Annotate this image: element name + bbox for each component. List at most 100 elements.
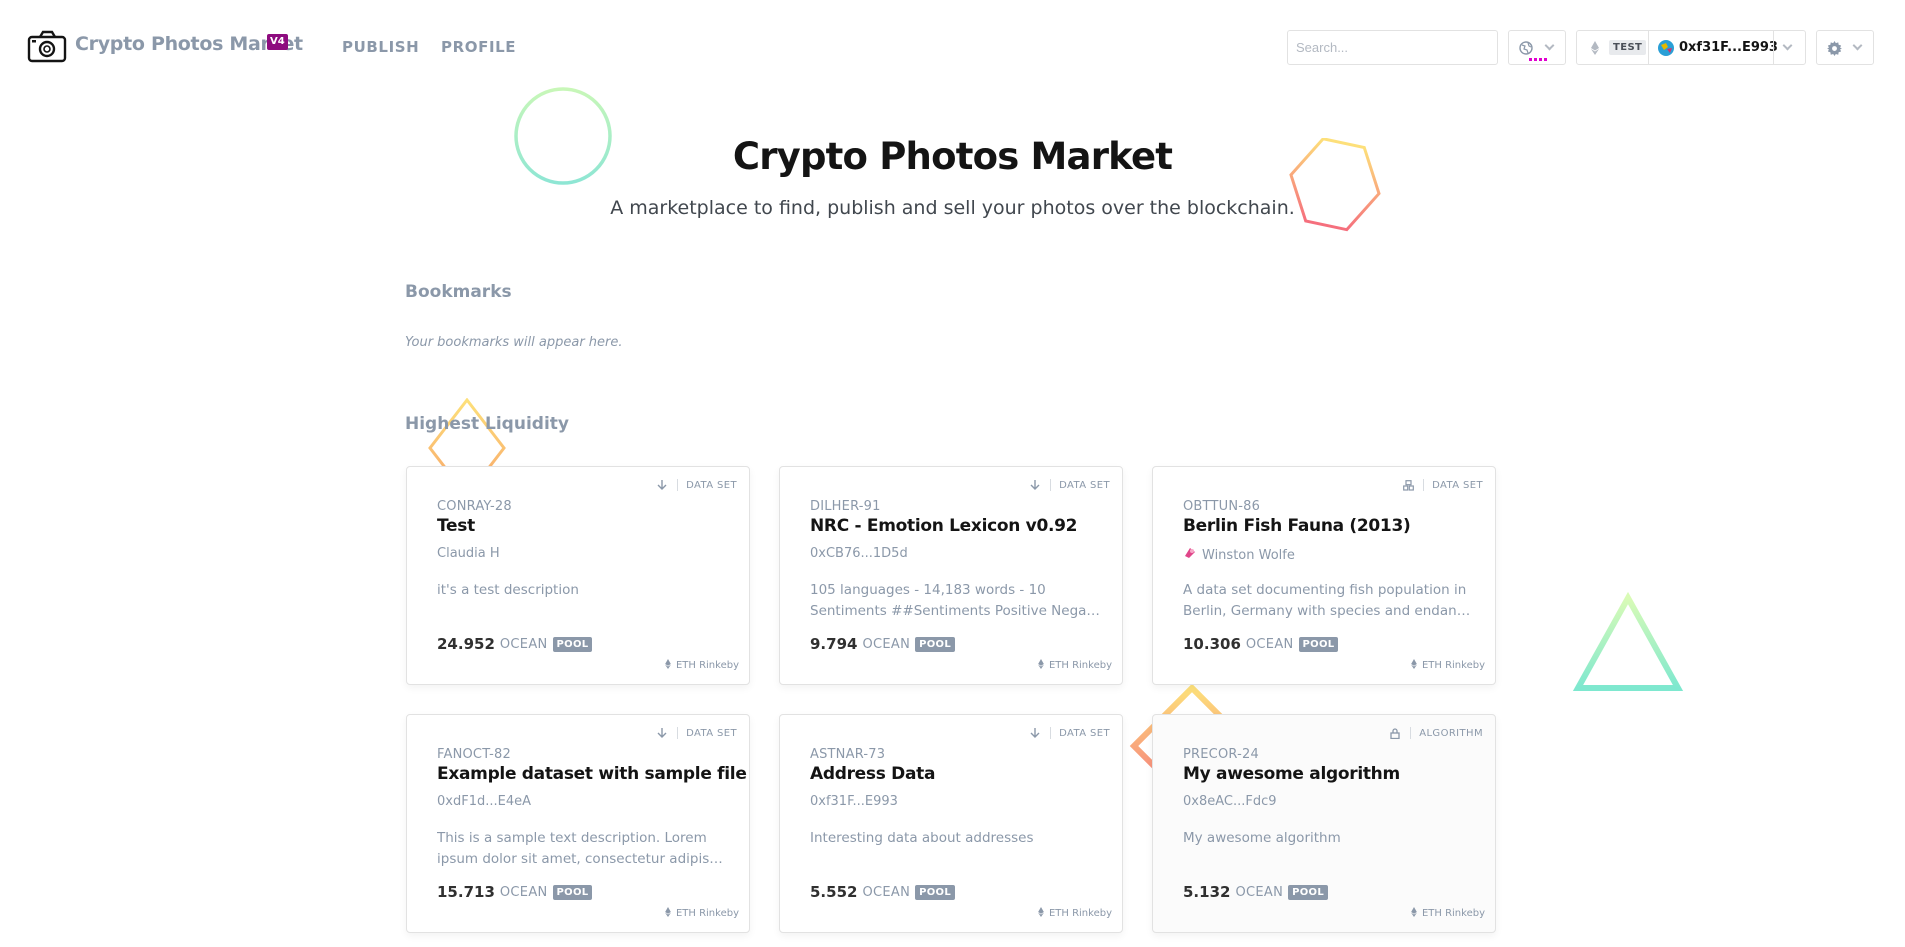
nav-profile[interactable]: PROFILE bbox=[441, 38, 516, 56]
page-subtitle: A marketplace to find, publish and sell … bbox=[610, 197, 1295, 219]
highest-liquidity-heading: Highest Liquidity bbox=[405, 414, 569, 434]
camera-logo-icon[interactable] bbox=[27, 30, 67, 63]
asset-symbol: CONRAY-28 bbox=[437, 499, 512, 514]
asset-description-line: Interesting data about addresses bbox=[810, 830, 1034, 846]
asset-title[interactable]: Test bbox=[437, 516, 475, 536]
asset-type: DATA SET bbox=[1028, 479, 1110, 491]
asset-title[interactable]: Berlin Fish Fauna (2013) bbox=[1183, 516, 1411, 536]
chevron-down-icon bbox=[1782, 40, 1793, 51]
asset-card[interactable]: DATA SET OBTTUN-86 Berlin Fish Fauna (2013… bbox=[1152, 466, 1496, 685]
asset-price: 5.552 OCEAN POOL bbox=[810, 883, 956, 901]
asset-owner[interactable]: 0xdF1d...E4eA bbox=[437, 794, 531, 809]
owner-avatar-icon bbox=[1183, 546, 1202, 564]
asset-description-line: My awesome algorithm bbox=[1183, 830, 1341, 846]
gear-icon bbox=[1827, 41, 1842, 56]
network-name: ETH Rinkeby bbox=[675, 660, 739, 671]
price-currency: OCEAN bbox=[1245, 636, 1294, 652]
price-currency: OCEAN bbox=[862, 636, 911, 652]
asset-type-label: DATA SET bbox=[1059, 479, 1110, 491]
header: Crypto Photos Market V4 PUBLISH PROFILE … bbox=[0, 0, 1905, 95]
asset-description: This is a sample text description. Lorem… bbox=[437, 828, 727, 870]
bookmarks-heading: Bookmarks bbox=[405, 282, 512, 302]
asset-network: ETH Rinkeby bbox=[665, 659, 739, 672]
asset-owner-name: Claudia H bbox=[437, 546, 500, 561]
asset-owner[interactable]: Claudia H bbox=[437, 546, 500, 561]
search-input[interactable] bbox=[1287, 30, 1498, 65]
asset-owner[interactable]: 0xf31F...E993 bbox=[810, 794, 898, 809]
asset-network: ETH Rinkeby bbox=[665, 907, 739, 920]
asset-price: 24.952 OCEAN POOL bbox=[437, 635, 593, 653]
asset-symbol: OBTTUN-86 bbox=[1183, 499, 1261, 514]
price-currency: OCEAN bbox=[1235, 884, 1284, 900]
page-title: Crypto Photos Market bbox=[732, 135, 1173, 178]
network-name: ETH Rinkeby bbox=[1421, 660, 1485, 671]
pool-badge: POOL bbox=[552, 884, 593, 900]
asset-type: DATA SET bbox=[1401, 479, 1483, 491]
asset-type: DATA SET bbox=[655, 479, 737, 491]
asset-owner-name: 0xf31F...E993 bbox=[810, 794, 898, 809]
wallet-button[interactable]: TEST 0xf31F...E993 bbox=[1576, 30, 1806, 65]
pool-badge: POOL bbox=[1288, 884, 1329, 900]
divider bbox=[1773, 31, 1774, 64]
asset-type: ALGORITHM bbox=[1388, 727, 1483, 739]
price-value: 10.306 bbox=[1183, 635, 1241, 653]
ethereum-icon bbox=[1038, 907, 1044, 920]
asset-card[interactable]: ALGORITHM PRECOR-24 My awesome algorithm 0x… bbox=[1152, 714, 1496, 933]
wallet-avatar-icon bbox=[1658, 40, 1674, 56]
compute-icon bbox=[1401, 479, 1415, 491]
network-label: TEST bbox=[1609, 40, 1647, 55]
asset-description-line: ipsum dolor sit amet, consectetur adipis… bbox=[437, 851, 727, 867]
wallet-address: 0xf31F...E993 bbox=[1679, 40, 1778, 55]
decorative-diamond bbox=[428, 398, 506, 470]
asset-price: 5.132 OCEAN POOL bbox=[1183, 883, 1329, 901]
asset-title[interactable]: Example dataset with sample file bbox=[437, 764, 747, 784]
network-name: ETH Rinkeby bbox=[1048, 908, 1112, 919]
asset-title[interactable]: NRC - Emotion Lexicon v0.92 bbox=[810, 516, 1078, 536]
asset-owner[interactable]: Winston Wolfe bbox=[1183, 546, 1295, 564]
lock-icon bbox=[1388, 727, 1402, 739]
network-name: ETH Rinkeby bbox=[675, 908, 739, 919]
price-value: 5.552 bbox=[810, 883, 858, 901]
asset-network: ETH Rinkeby bbox=[1038, 907, 1112, 920]
asset-card[interactable]: DATA SET CONRAY-28 Test Claudia H it's a tes… bbox=[406, 466, 750, 685]
download-icon bbox=[1028, 727, 1042, 739]
asset-owner-name: 0xdF1d...E4eA bbox=[437, 794, 531, 809]
price-value: 24.952 bbox=[437, 635, 495, 653]
settings-button[interactable] bbox=[1816, 30, 1874, 65]
price-currency: OCEAN bbox=[499, 884, 548, 900]
decorative-triangle bbox=[1572, 591, 1684, 691]
asset-owner[interactable]: 0xCB76...1D5d bbox=[810, 546, 908, 561]
pool-badge: POOL bbox=[552, 636, 593, 652]
asset-description-line: 105 languages - 14,183 words - 10 bbox=[810, 582, 1046, 598]
download-icon bbox=[655, 727, 669, 739]
asset-network: ETH Rinkeby bbox=[1411, 907, 1485, 920]
asset-symbol: ASTNAR-73 bbox=[810, 747, 886, 762]
ethereum-icon bbox=[1591, 41, 1599, 55]
ethereum-icon bbox=[1411, 659, 1417, 672]
asset-card[interactable]: DATA SET DILHER-91 NRC - Emotion Lexicon v… bbox=[779, 466, 1123, 685]
download-icon bbox=[655, 479, 669, 491]
asset-symbol: PRECOR-24 bbox=[1183, 747, 1259, 762]
nav-publish[interactable]: PUBLISH bbox=[342, 38, 419, 56]
asset-description-line: it's a test description bbox=[437, 582, 579, 598]
price-currency: OCEAN bbox=[862, 884, 911, 900]
asset-card[interactable]: DATA SET FANOCT-82 Example dataset with sa… bbox=[406, 714, 750, 933]
asset-description: it's a test description bbox=[437, 580, 727, 601]
asset-title[interactable]: My awesome algorithm bbox=[1183, 764, 1400, 784]
network-selector[interactable] bbox=[1508, 30, 1566, 65]
divider bbox=[1410, 727, 1412, 739]
version-badge: V4 bbox=[267, 34, 288, 50]
download-icon bbox=[1028, 479, 1042, 491]
asset-symbol: FANOCT-82 bbox=[437, 747, 511, 762]
globe-icon bbox=[1519, 41, 1533, 55]
asset-owner-name: Winston Wolfe bbox=[1202, 547, 1295, 563]
asset-owner[interactable]: 0x8eAC...Fdc9 bbox=[1183, 794, 1277, 809]
asset-description-line: Berlin, Germany with species and endang.… bbox=[1183, 603, 1473, 619]
bookmarks-empty-text: Your bookmarks will appear here. bbox=[405, 335, 623, 350]
pool-badge: POOL bbox=[915, 636, 956, 652]
asset-title[interactable]: Address Data bbox=[810, 764, 935, 784]
chevron-down-icon bbox=[1852, 40, 1863, 51]
asset-card[interactable]: DATA SET ASTNAR-73 Address Data 0xf31F...E9… bbox=[779, 714, 1123, 933]
asset-type-label: DATA SET bbox=[1432, 479, 1483, 491]
asset-description: Interesting data about addresses bbox=[810, 828, 1100, 849]
